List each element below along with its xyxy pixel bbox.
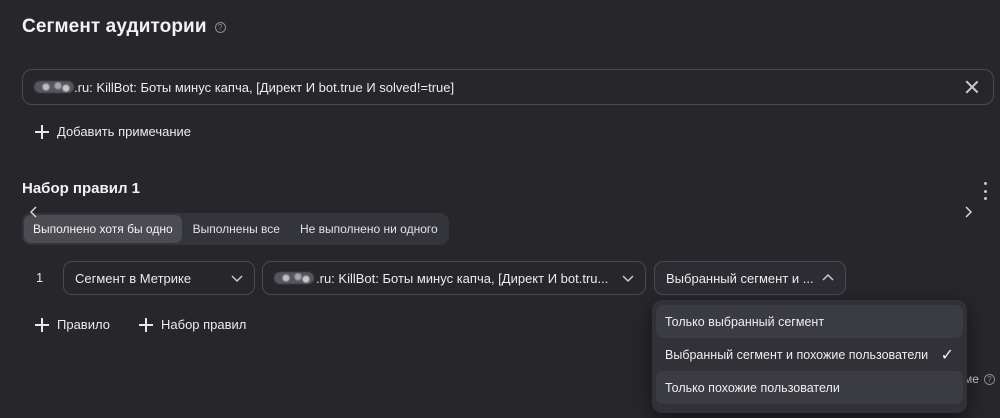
option-selected-and-lookalike[interactable]: Выбранный сегмент и похожие пользователи… — [656, 338, 963, 371]
mode-any[interactable]: Выполнено хотя бы одно — [24, 215, 182, 243]
mode-all[interactable]: Выполнены все — [184, 215, 289, 243]
segment-name-value: .ru: KillBot: Боты минус капча, [Директ … — [74, 79, 455, 95]
more-vertical-icon[interactable] — [984, 182, 988, 200]
chevron-left-icon[interactable] — [26, 204, 42, 220]
plus-icon — [35, 124, 49, 139]
mode-none[interactable]: Не выполнено ни одного — [291, 215, 447, 243]
redacted-domain — [34, 81, 74, 93]
option-only-selected[interactable]: Только выбранный сегмент — [656, 305, 963, 338]
rule-source-value: Сегмент в Метрике — [75, 270, 192, 286]
close-icon[interactable] — [965, 80, 979, 94]
add-note-label: Добавить примечание — [57, 124, 192, 139]
rule-source-select[interactable]: Сегмент в Метрике — [63, 261, 255, 295]
add-note-button[interactable]: Добавить примечание — [35, 124, 191, 139]
add-ruleset-label: Набор правил — [161, 317, 247, 332]
add-ruleset-button[interactable]: Набор правил — [139, 317, 246, 332]
chevron-down-icon — [231, 275, 243, 283]
option-only-lookalike[interactable]: Только похожие пользователи — [656, 371, 963, 404]
help-icon[interactable]: ? — [214, 21, 226, 33]
check-icon: ✓ — [940, 346, 954, 364]
rule-number: 1 — [36, 270, 44, 285]
chevron-right-icon[interactable] — [960, 204, 976, 220]
add-rule-label: Правило — [57, 317, 110, 332]
ruleset-title: Набор правил 1 — [22, 180, 140, 197]
plus-icon — [35, 317, 49, 332]
rule-segment-select[interactable]: .ru: KillBot: Боты минус капча, [Директ … — [262, 261, 646, 295]
option-label: Выбранный сегмент и похожие пользователи — [665, 347, 929, 362]
audience-dropdown-menu: Только выбранный сегмент Выбранный сегме… — [652, 300, 967, 413]
chevron-down-icon — [622, 275, 634, 283]
option-label: Только похожие пользователи — [665, 380, 840, 395]
chevron-up-icon — [822, 273, 834, 281]
help-icon[interactable]: ? — [984, 374, 995, 385]
redacted-domain — [274, 272, 314, 284]
page-title: Сегмент аудитории ? — [22, 16, 226, 38]
add-rule-button[interactable]: Правило — [35, 317, 110, 332]
rule-segment-value: .ru: KillBot: Боты минус капча, [Директ … — [316, 270, 609, 286]
rule-audience-value: Выбранный сегмент и ... — [666, 270, 814, 286]
ruleset-mode-switcher: Выполнено хотя бы одно Выполнены все Не … — [22, 213, 449, 245]
plus-icon — [139, 317, 153, 332]
segment-name-field[interactable]: .ru: KillBot: Боты минус капча, [Директ … — [22, 69, 994, 105]
option-label: Только выбранный сегмент — [665, 314, 825, 329]
page-title-text: Сегмент аудитории — [22, 16, 207, 37]
rule-audience-select[interactable]: Выбранный сегмент и ... — [654, 261, 846, 295]
